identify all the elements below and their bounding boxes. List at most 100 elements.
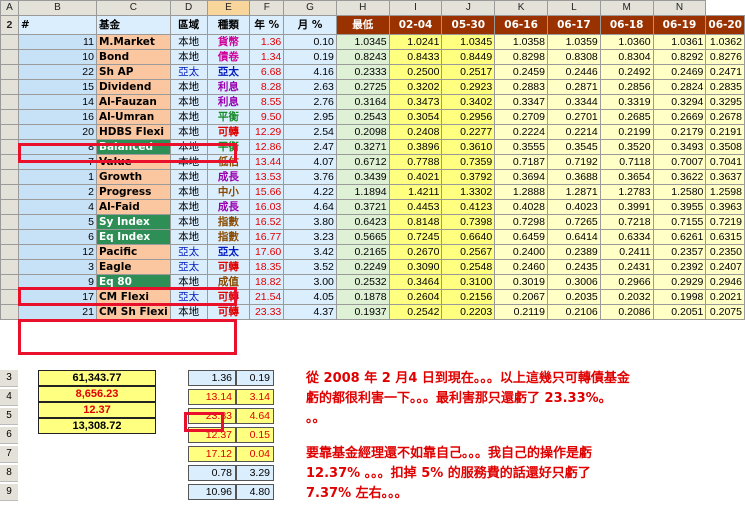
price-cell[interactable]: 0.3694	[494, 169, 548, 185]
year-percent[interactable]: 12.86	[249, 139, 285, 155]
price-cell[interactable]: 0.3202	[388, 79, 443, 95]
month-percent[interactable]: 3.76	[283, 169, 337, 185]
summary-month-percent[interactable]: 0.15	[236, 427, 274, 443]
price-cell[interactable]: 0.2106	[546, 304, 601, 320]
price-cell[interactable]: 0.2685	[599, 109, 654, 125]
price-cell[interactable]: 0.3792	[441, 169, 496, 185]
price-cell[interactable]: 0.2669	[652, 109, 707, 125]
month-percent[interactable]: 2.54	[283, 124, 337, 140]
price-cell[interactable]: 0.3493	[652, 139, 707, 155]
price-cell[interactable]: 0.2459	[494, 64, 548, 80]
column-header-k[interactable]: K	[494, 0, 548, 16]
fund-name[interactable]: Sh AP	[95, 64, 171, 80]
fund-number[interactable]: 3	[17, 259, 97, 275]
price-cell[interactable]: 0.3955	[652, 199, 707, 215]
month-percent[interactable]: 4.16	[283, 64, 337, 80]
fund-type[interactable]: 平衡	[206, 109, 251, 125]
fund-type[interactable]: 中小	[206, 184, 251, 200]
price-cell[interactable]: 0.8148	[388, 214, 443, 230]
price-cell[interactable]: 0.8276	[705, 49, 745, 65]
lowest-price[interactable]: 1.0345	[335, 34, 390, 50]
lowest-price[interactable]: 0.6423	[335, 214, 390, 230]
price-cell[interactable]: 0.2567	[441, 244, 496, 260]
fund-region[interactable]: 本地	[169, 34, 208, 50]
column-header-g[interactable]: G	[283, 0, 337, 16]
summary-month-percent[interactable]: 0.04	[236, 446, 274, 462]
month-percent[interactable]: 0.10	[283, 34, 337, 50]
price-cell[interactable]: 0.4021	[388, 169, 443, 185]
price-cell[interactable]: 1.0361	[652, 34, 707, 50]
fund-type[interactable]: 指數	[206, 214, 251, 230]
price-cell[interactable]: 0.3654	[599, 169, 654, 185]
header-type[interactable]: 種類	[206, 15, 251, 35]
month-percent[interactable]: 2.95	[283, 109, 337, 125]
year-percent[interactable]: 21.54	[249, 289, 285, 305]
fund-type[interactable]: 指數	[206, 229, 251, 245]
lowest-price[interactable]: 0.2532	[335, 274, 390, 290]
price-cell[interactable]: 0.4453	[388, 199, 443, 215]
price-cell[interactable]: 0.6414	[546, 229, 601, 245]
price-cell[interactable]: 0.7788	[388, 154, 443, 170]
row-header[interactable]	[0, 184, 19, 200]
fund-number[interactable]: 12	[17, 244, 97, 260]
fund-number[interactable]: 20	[17, 124, 97, 140]
price-cell[interactable]: 0.3054	[388, 109, 443, 125]
fund-region[interactable]: 本地	[169, 124, 208, 140]
lowest-price[interactable]: 0.5665	[335, 229, 390, 245]
header-date-02-04[interactable]: 02-04	[388, 15, 443, 35]
fund-number[interactable]: 21	[17, 304, 97, 320]
row-header[interactable]	[0, 214, 19, 230]
fund-type[interactable]: 可轉	[206, 259, 251, 275]
price-cell[interactable]: 0.6261	[652, 229, 707, 245]
fund-name[interactable]: Eq Index	[95, 229, 171, 245]
row-header[interactable]	[0, 169, 19, 185]
price-cell[interactable]: 0.2471	[705, 64, 745, 80]
price-cell[interactable]: 0.2350	[705, 244, 745, 260]
row-header[interactable]	[0, 244, 19, 260]
year-percent[interactable]: 18.35	[249, 259, 285, 275]
summary-month-percent[interactable]: 0.19	[236, 370, 274, 386]
year-percent[interactable]: 6.68	[249, 64, 285, 80]
lowest-price[interactable]: 0.3164	[335, 94, 390, 110]
header-date-06-19[interactable]: 06-19	[652, 15, 707, 35]
price-cell[interactable]: 0.2835	[705, 79, 745, 95]
fund-name[interactable]: HDBS Flexi	[95, 124, 171, 140]
fund-name[interactable]: Pacific	[95, 244, 171, 260]
price-cell[interactable]: 0.8308	[546, 49, 601, 65]
summary-month-percent[interactable]: 3.29	[236, 465, 274, 481]
price-cell[interactable]: 0.3464	[388, 274, 443, 290]
year-percent[interactable]: 18.82	[249, 274, 285, 290]
month-percent[interactable]: 3.42	[283, 244, 337, 260]
price-cell[interactable]: 0.6315	[705, 229, 745, 245]
price-cell[interactable]: 0.1998	[652, 289, 707, 305]
price-cell[interactable]: 0.3347	[494, 94, 548, 110]
fund-type[interactable]: 可轉	[206, 124, 251, 140]
price-cell[interactable]: 0.3344	[546, 94, 601, 110]
column-header-h[interactable]: H	[335, 0, 390, 16]
row-header[interactable]: 3	[0, 370, 18, 387]
fund-region[interactable]: 本地	[169, 199, 208, 215]
fund-name[interactable]: Sy Index	[95, 214, 171, 230]
price-cell[interactable]: 0.3402	[441, 94, 496, 110]
lowest-price[interactable]: 0.1878	[335, 289, 390, 305]
price-cell[interactable]: 0.2548	[441, 259, 496, 275]
price-cell[interactable]: 0.2067	[494, 289, 548, 305]
header-date-05-30[interactable]: 05-30	[441, 15, 496, 35]
summary-month-percent[interactable]: 4.80	[236, 484, 274, 500]
row-header[interactable]: 5	[0, 408, 18, 425]
price-cell[interactable]: 0.7007	[652, 154, 707, 170]
price-cell[interactable]: 0.2946	[705, 274, 745, 290]
summary-year-percent[interactable]: 0.78	[188, 465, 236, 481]
price-cell[interactable]: 0.8433	[388, 49, 443, 65]
fund-name[interactable]: Al-Faid	[95, 199, 171, 215]
summary-year-percent[interactable]: 1.36	[188, 370, 236, 386]
price-cell[interactable]: 0.2075	[705, 304, 745, 320]
price-cell[interactable]: 0.3319	[599, 94, 654, 110]
price-cell[interactable]: 0.2435	[546, 259, 601, 275]
lowest-price[interactable]: 0.3439	[335, 169, 390, 185]
price-cell[interactable]: 0.3090	[388, 259, 443, 275]
lowest-price[interactable]: 0.2098	[335, 124, 390, 140]
fund-name[interactable]: Progress	[95, 184, 171, 200]
price-cell[interactable]: 0.2604	[388, 289, 443, 305]
month-percent[interactable]: 0.19	[283, 49, 337, 65]
